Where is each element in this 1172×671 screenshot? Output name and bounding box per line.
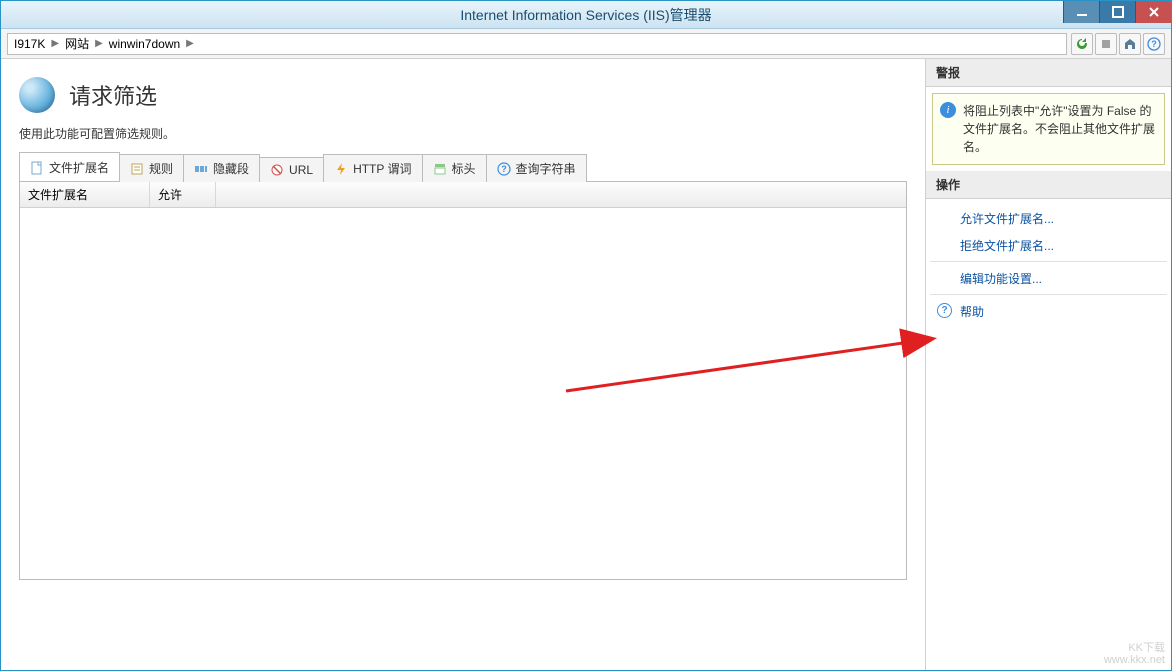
action-label: 允许文件扩展名... xyxy=(960,212,1054,226)
action-help[interactable]: ? 帮助 xyxy=(930,298,1167,325)
action-deny-extension[interactable]: 拒绝文件扩展名... xyxy=(930,232,1167,262)
hidden-icon xyxy=(194,162,208,176)
info-icon: i xyxy=(940,102,956,118)
tab-rules[interactable]: 规则 xyxy=(119,154,184,182)
window-buttons xyxy=(1063,1,1171,23)
tab-label: URL xyxy=(289,163,313,177)
tab-label: 文件扩展名 xyxy=(49,159,109,176)
chevron-right-icon[interactable]: ▶ xyxy=(95,38,103,49)
globe-icon xyxy=(19,77,55,113)
tab-label: 隐藏段 xyxy=(213,160,249,177)
action-allow-extension[interactable]: 允许文件扩展名... xyxy=(930,205,1167,232)
tab-label: 标头 xyxy=(452,160,476,177)
tab-headers[interactable]: 标头 xyxy=(422,154,487,182)
lightning-icon xyxy=(334,162,348,176)
window-title: Internet Information Services (IIS)管理器 xyxy=(460,5,711,25)
close-button[interactable] xyxy=(1135,1,1171,23)
main-panel: 请求筛选 使用此功能可配置筛选规则。 文件扩展名 规则 隐藏段 xyxy=(1,59,925,670)
page-title: 请求筛选 xyxy=(69,79,157,111)
action-label: 帮助 xyxy=(960,305,984,319)
toolbar-icons: ? xyxy=(1071,33,1165,55)
page-description: 使用此功能可配置筛选规则。 xyxy=(19,125,907,142)
action-label: 编辑功能设置... xyxy=(960,272,1042,286)
refresh-button[interactable] xyxy=(1071,33,1093,55)
alerts-heading: 警报 xyxy=(926,59,1171,87)
main-header: 请求筛选 xyxy=(19,77,907,113)
stop-button[interactable] xyxy=(1095,33,1117,55)
action-edit-feature-settings[interactable]: 编辑功能设置... xyxy=(930,265,1167,295)
rules-icon xyxy=(130,162,144,176)
address-bar: I917K ▶ 网站 ▶ winwin7down ▶ ? xyxy=(1,29,1171,59)
actions-heading: 操作 xyxy=(926,171,1171,199)
home-button[interactable] xyxy=(1119,33,1141,55)
chevron-right-icon[interactable]: ▶ xyxy=(186,38,194,49)
table-header: 文件扩展名 允许 xyxy=(20,182,906,208)
help-icon: ? xyxy=(1147,37,1161,51)
alert-box: i 将阻止列表中"允许"设置为 False 的文件扩展名。不会阻止其他文件扩展名… xyxy=(932,93,1165,165)
refresh-icon xyxy=(1075,37,1089,51)
iis-manager-window: Internet Information Services (IIS)管理器 I… xyxy=(0,0,1172,671)
header-icon xyxy=(433,162,447,176)
stop-icon xyxy=(1100,38,1112,50)
tab-label: 规则 xyxy=(149,160,173,177)
tab-query-strings[interactable]: ? 查询字符串 xyxy=(486,154,587,182)
help-icon: ? xyxy=(937,303,952,318)
url-icon xyxy=(270,163,284,177)
tab-http-verbs[interactable]: HTTP 谓词 xyxy=(323,154,422,182)
chevron-right-icon[interactable]: ▶ xyxy=(51,38,59,49)
tab-hidden-segments[interactable]: 隐藏段 xyxy=(183,154,260,182)
titlebar: Internet Information Services (IIS)管理器 xyxy=(1,1,1171,29)
watermark-line1: KK下载 xyxy=(1104,642,1165,654)
close-icon xyxy=(1148,6,1160,18)
tab-label: HTTP 谓词 xyxy=(353,160,411,177)
maximize-button[interactable] xyxy=(1099,1,1135,23)
extensions-table: 文件扩展名 允许 xyxy=(19,182,907,580)
query-icon: ? xyxy=(497,162,511,176)
tabs-bar: 文件扩展名 规则 隐藏段 URL HTTP 谓词 xyxy=(19,152,907,182)
body: 请求筛选 使用此功能可配置筛选规则。 文件扩展名 规则 隐藏段 xyxy=(1,59,1171,670)
tab-label: 查询字符串 xyxy=(516,160,576,177)
alert-text: 将阻止列表中"允许"设置为 False 的文件扩展名。不会阻止其他文件扩展名。 xyxy=(963,104,1155,154)
watermark: KK下载 www.kkx.net xyxy=(1104,642,1165,666)
breadcrumb-item[interactable]: winwin7down xyxy=(109,37,180,51)
col-spacer xyxy=(216,182,906,207)
tab-url[interactable]: URL xyxy=(259,157,324,182)
table-body-empty xyxy=(20,208,906,568)
watermark-line2: www.kkx.net xyxy=(1104,654,1165,666)
file-icon xyxy=(30,161,44,175)
actions-sidebar: 警报 i 将阻止列表中"允许"设置为 False 的文件扩展名。不会阻止其他文件… xyxy=(925,59,1171,670)
breadcrumb-item[interactable]: 网站 xyxy=(65,35,89,52)
svg-text:?: ? xyxy=(1151,39,1157,49)
home-icon xyxy=(1123,37,1137,51)
breadcrumb[interactable]: I917K ▶ 网站 ▶ winwin7down ▶ xyxy=(7,33,1067,55)
minimize-icon xyxy=(1076,6,1088,18)
help-dropdown-button[interactable]: ? xyxy=(1143,33,1165,55)
col-extension[interactable]: 文件扩展名 xyxy=(20,182,150,207)
tab-file-extensions[interactable]: 文件扩展名 xyxy=(19,152,120,181)
actions-list: 允许文件扩展名... 拒绝文件扩展名... 编辑功能设置... ? 帮助 xyxy=(926,199,1171,331)
col-allow[interactable]: 允许 xyxy=(150,182,216,207)
action-label: 拒绝文件扩展名... xyxy=(960,239,1054,253)
minimize-button[interactable] xyxy=(1063,1,1099,23)
maximize-icon xyxy=(1112,6,1124,18)
svg-text:?: ? xyxy=(501,164,507,174)
breadcrumb-item[interactable]: I917K xyxy=(14,37,45,51)
